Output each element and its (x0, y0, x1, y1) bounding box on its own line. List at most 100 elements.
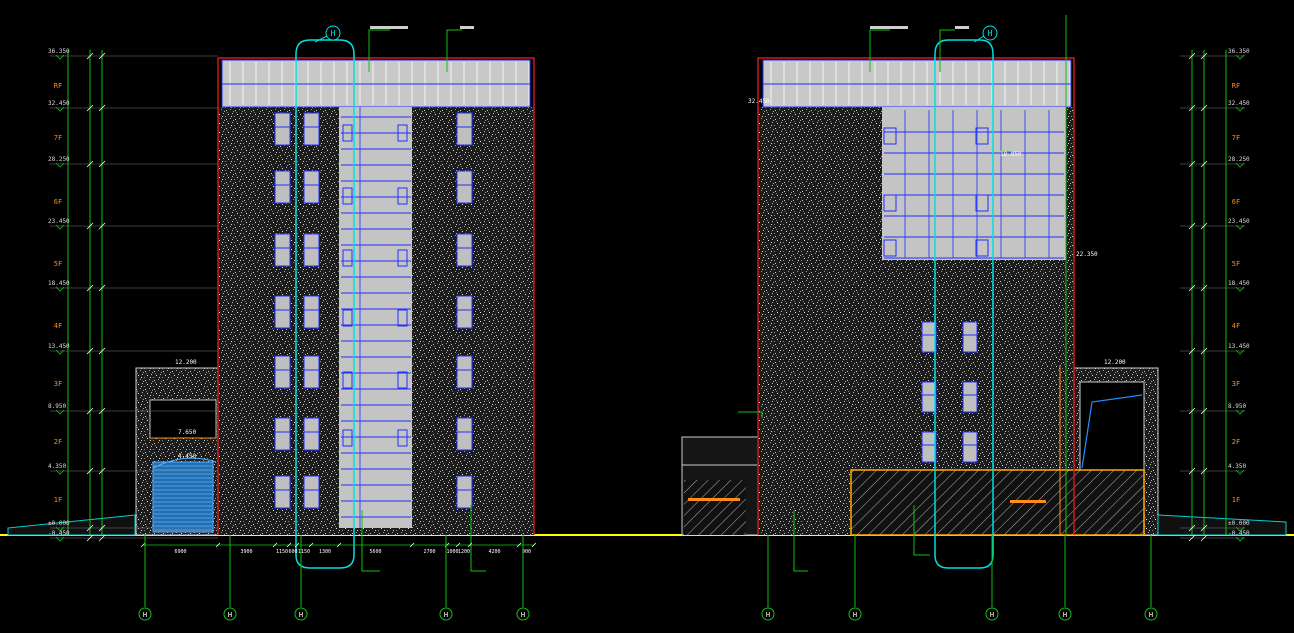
floor-label: 6F (1232, 198, 1240, 206)
elevation-label: 23.450 (1228, 218, 1250, 225)
elevation-label: 36.350 (48, 48, 70, 55)
right-annotation-1: 32.450 (748, 98, 770, 105)
bottom-dim-value: 1000 (446, 549, 458, 555)
elevation-label: 23.450 (48, 218, 70, 225)
window (274, 295, 291, 329)
right-small-annex-hatch (684, 480, 746, 535)
right-ramp (1157, 514, 1287, 536)
elevation-label: -0.450 (48, 530, 70, 537)
floor-label: 2F (54, 438, 62, 446)
window (274, 112, 291, 146)
window (456, 295, 473, 329)
left-curtain-wall (339, 107, 412, 528)
right-annotation-4: 22.350 (1076, 251, 1098, 258)
left-elevation: H 36.350 32.450 28.250 23.450 18.450 13.450 8.… (7, 25, 537, 621)
level-triangle (55, 162, 65, 168)
level-triangle (1235, 54, 1245, 60)
floor-label: 2F (1232, 438, 1240, 446)
window (274, 417, 291, 451)
bottom-dim-value: 1150 (276, 549, 288, 555)
right-annex-opening (1079, 381, 1145, 471)
window (456, 475, 473, 509)
window (303, 355, 320, 389)
elevation-label: -0.450 (1228, 530, 1250, 537)
floor-label: 6F (54, 198, 62, 206)
window (921, 431, 937, 463)
floor-label: 3F (1232, 380, 1240, 388)
grid-axis-label: H (521, 611, 525, 619)
floor-label: 5F (1232, 260, 1240, 268)
floor-label: 3F (54, 380, 62, 388)
floor-label: 4F (54, 322, 62, 330)
window (303, 295, 320, 329)
floor-label: 5F (54, 260, 62, 268)
elevation-label: 8.950 (48, 403, 66, 410)
left-leader-a-text (370, 26, 408, 29)
left-ramp (7, 514, 136, 536)
window (303, 475, 320, 509)
elevation-label: 36.350 (1228, 48, 1250, 55)
grid-axis-label: H (853, 611, 857, 619)
level-triangle (55, 536, 65, 542)
level-triangle (55, 224, 65, 230)
bottom-dim-value: 5600 (369, 549, 381, 555)
right-grid-axes: HHHHH (761, 535, 1158, 621)
grid-axis-label: H (1149, 611, 1153, 619)
window (303, 112, 320, 146)
elevation-label: 18.450 (1228, 280, 1250, 287)
elevation-label: ±0.000 (48, 520, 70, 527)
bottom-dim-value: 2700 (423, 549, 435, 555)
drawing-canvas: H 36.350 32.450 28.250 23.450 18.450 13.450 8.… (0, 0, 1294, 629)
elevation-label: 4.350 (48, 463, 66, 470)
window (962, 431, 978, 463)
elevation-label: 8.950 (1228, 403, 1246, 410)
floor-label: 7F (54, 134, 62, 142)
elevation-label: 32.450 (48, 100, 70, 107)
window (303, 170, 320, 204)
left-callout-label: H (331, 29, 336, 38)
bottom-dim-value: 600 (288, 549, 297, 555)
grid-axis-label: H (766, 611, 770, 619)
elevation-label: 4.350 (1228, 463, 1246, 470)
right-callout-label: H (988, 29, 993, 38)
window (456, 112, 473, 146)
right-podium-note (1010, 500, 1046, 503)
level-triangle (55, 409, 65, 415)
floor-label: 1F (1232, 496, 1240, 504)
level-triangle (1235, 286, 1245, 292)
bottom-dim-value: 6900 (174, 549, 186, 555)
floor-label: 1F (54, 496, 62, 504)
window (921, 381, 937, 413)
grid-axis-label: H (143, 611, 147, 619)
window (962, 321, 978, 353)
grid-axis-label: H (299, 611, 303, 619)
window (456, 170, 473, 204)
window (921, 321, 937, 353)
level-triangle (55, 106, 65, 112)
elevation-label: 13.450 (1228, 343, 1250, 350)
window (274, 170, 291, 204)
floor-label: RF (1232, 82, 1240, 90)
level-triangle (55, 286, 65, 292)
left-bottom-dimensions: 6900 3900 1150 600 1150 1300 5600 2700 1000 1200 4… (140, 542, 537, 555)
floor-label: RF (54, 82, 62, 90)
elevation-label: 32.450 (1228, 100, 1250, 107)
grid-axis-label: H (990, 611, 994, 619)
right-leader-b-text (955, 26, 969, 29)
level-triangle (1235, 349, 1245, 355)
elevation-label: 28.250 (48, 156, 70, 163)
level-triangle (1235, 469, 1245, 475)
elevation-label: 13.450 (48, 343, 70, 350)
window (274, 355, 291, 389)
left-annotation-2: 7.650 (178, 429, 196, 436)
floor-label: 4F (1232, 322, 1240, 330)
floor-label: 7F (1232, 134, 1240, 142)
elevation-label: 28.250 (1228, 156, 1250, 163)
elevation-label: ±0.000 (1228, 520, 1250, 527)
level-triangle (1235, 162, 1245, 168)
right-level-marks: 36.350 32.450 28.250 23.450 18.450 13.450 8.95… (1180, 48, 1250, 542)
level-triangle (1235, 224, 1245, 230)
level-triangle (55, 469, 65, 475)
level-triangle (1235, 409, 1245, 415)
right-podium (850, 469, 1145, 536)
